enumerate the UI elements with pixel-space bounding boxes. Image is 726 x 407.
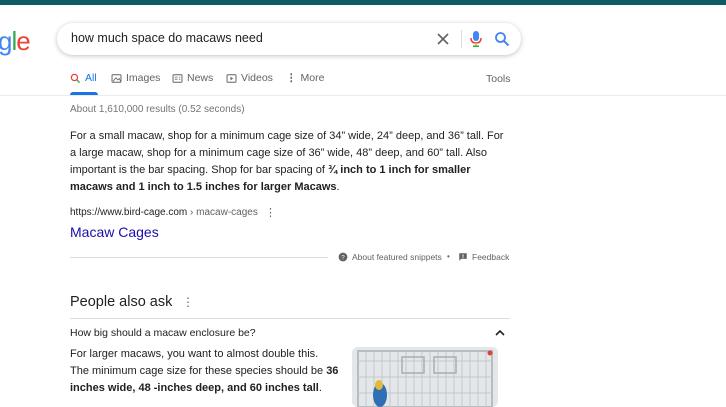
video-icon [226, 73, 237, 83]
answer-text: For larger macaws, you want to almost do… [70, 348, 327, 377]
search-icon [70, 73, 81, 83]
feedback-label: Feedback [472, 252, 510, 262]
separator-dot: • [447, 252, 450, 261]
paa-options-icon[interactable]: ⋮ [182, 295, 194, 309]
people-also-ask-title: People also ask [70, 294, 173, 310]
answer-end: . [318, 382, 322, 394]
tab-more[interactable]: ⋮ More [286, 72, 324, 84]
tab-all[interactable]: All [70, 72, 97, 84]
search-input[interactable]: how much space do macaws need [71, 31, 263, 45]
tab-label: All [85, 72, 97, 84]
feedback-icon [459, 253, 467, 261]
paa-question: How big should a macaw enclosure be? [70, 327, 256, 339]
news-icon [172, 73, 183, 83]
result-title-link[interactable]: Macaw Cages [70, 224, 159, 240]
google-logo[interactable]: gle [0, 26, 31, 57]
microphone-icon[interactable] [469, 30, 483, 48]
source-path: › macaw-cages [187, 207, 258, 218]
logo-letter-g: g [0, 26, 13, 56]
result-stats: About 1,610,000 results (0.52 seconds) [70, 104, 245, 115]
tab-videos[interactable]: Videos [226, 72, 273, 84]
paa-question-row[interactable]: How big should a macaw enclosure be? [70, 319, 510, 347]
clear-icon[interactable] [435, 31, 451, 47]
featured-snippet: For a small macaw, shop for a minimum ca… [70, 128, 510, 196]
tab-label: More [300, 72, 325, 84]
image-icon [111, 73, 122, 83]
chevron-up-icon [495, 329, 505, 336]
tab-images[interactable]: Images [111, 72, 160, 84]
result-options-icon[interactable]: ⋮ [265, 206, 276, 219]
tab-news[interactable]: News [172, 72, 213, 84]
search-divider [461, 30, 462, 48]
source-url[interactable]: https://www.bird-cage.com › macaw-cages [70, 207, 258, 218]
tab-label: Images [126, 72, 161, 84]
tab-label: News [187, 72, 214, 84]
feedback-button[interactable]: Feedback [458, 252, 509, 262]
about-featured-snippets[interactable]: ? About featured snippets [338, 252, 442, 262]
paa-answer: For larger macaws, you want to almost do… [70, 346, 340, 397]
snippet-divider [70, 257, 328, 258]
help-icon: ? [338, 252, 348, 262]
source-domain: https://www.bird-cage.com [70, 207, 188, 218]
answer-thumbnail[interactable] [352, 347, 498, 407]
svg-text:?: ? [341, 255, 345, 262]
tab-label: Videos [241, 72, 273, 84]
top-accent-bar [0, 0, 726, 5]
search-icon[interactable] [494, 31, 510, 47]
cage-image [352, 347, 498, 407]
snippet-end: . [336, 181, 340, 193]
tools-button[interactable]: Tools [486, 73, 511, 85]
about-label: About featured snippets [352, 252, 442, 262]
header-divider [0, 95, 726, 96]
logo-letter-e: e [16, 26, 31, 56]
search-box[interactable]: how much space do macaws need [57, 23, 521, 55]
more-vertical-icon: ⋮ [286, 72, 297, 84]
